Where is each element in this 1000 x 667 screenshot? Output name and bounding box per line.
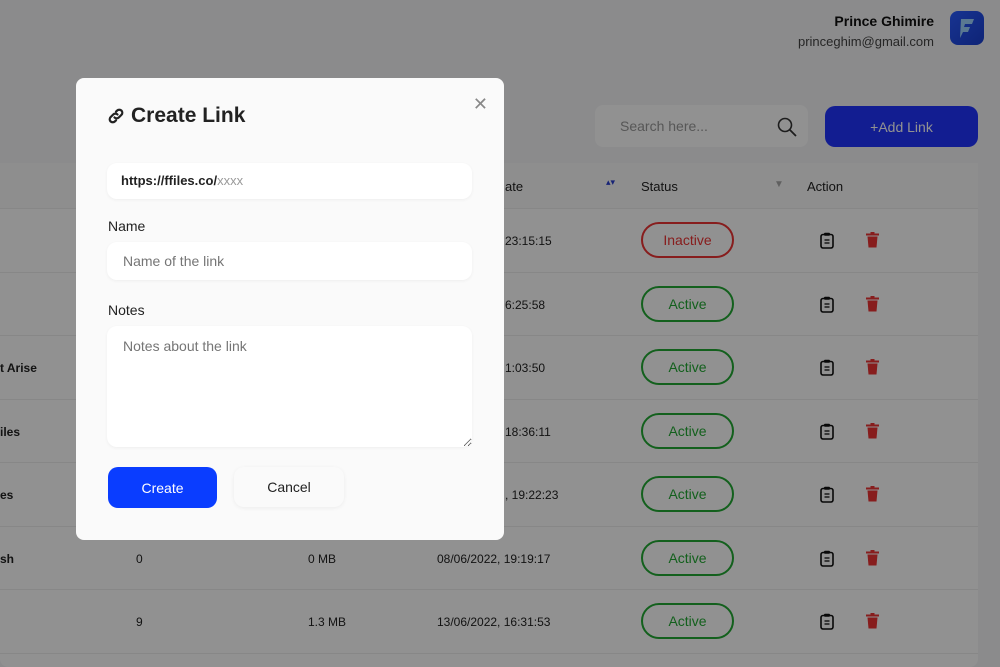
notes-textarea[interactable]: [107, 326, 472, 447]
url-slug: xxxx: [217, 173, 244, 188]
create-button[interactable]: Create: [108, 467, 217, 508]
link-icon: [108, 108, 124, 124]
modal-title: Create Link: [107, 104, 245, 128]
name-label: Name: [108, 218, 146, 234]
url-field[interactable]: https://ffiles.co/xxxx: [107, 163, 472, 199]
close-icon[interactable]: ✕: [473, 94, 488, 115]
url-prefix: https://ffiles.co/: [121, 173, 218, 188]
cancel-button[interactable]: Cancel: [234, 467, 344, 507]
create-link-modal: Create Link ✕ https://ffiles.co/xxxx Nam…: [76, 78, 504, 540]
modal-title-text: Create Link: [131, 104, 246, 127]
notes-label: Notes: [108, 302, 145, 318]
name-input[interactable]: [107, 242, 472, 280]
